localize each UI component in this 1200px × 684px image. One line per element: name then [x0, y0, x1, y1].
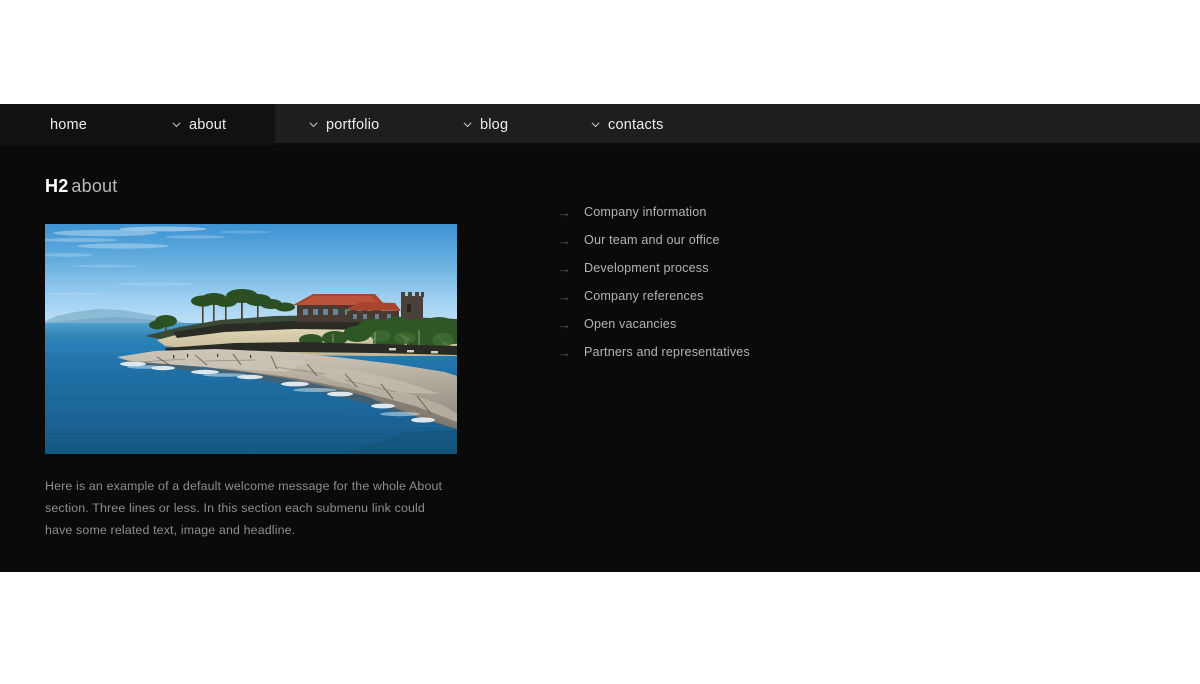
chevron-down-icon: [308, 119, 318, 129]
intro-paragraph: Here is an example of a default welcome …: [45, 479, 443, 537]
sublink-company-references[interactable]: Company references: [584, 289, 704, 303]
page-title-tag: H2: [45, 176, 69, 196]
nav-item-label: home: [50, 116, 88, 133]
list-item[interactable]: → Our team and our office: [558, 226, 750, 254]
arrow-right-icon: →: [558, 288, 571, 304]
bottom-gutter: [0, 572, 1200, 684]
chevron-down-icon: [171, 119, 181, 129]
arrow-right-icon: →: [558, 316, 571, 332]
list-item[interactable]: → Company information: [558, 198, 750, 226]
arrow-right-icon: →: [558, 232, 571, 248]
nav-items: home about portfolio blog contacts: [0, 104, 1200, 145]
main-navigation: home about portfolio blog contacts: [0, 104, 1200, 145]
nav-item-label: portfolio: [326, 116, 380, 133]
nav-item-blog[interactable]: blog: [462, 104, 508, 145]
content-area: H2 about Here is an example of a default…: [0, 145, 1200, 572]
page-title: H2 about: [45, 176, 117, 197]
sublink-our-team-and-our-office[interactable]: Our team and our office: [584, 233, 720, 247]
nav-item-label: blog: [480, 116, 509, 133]
nav-item-label: contacts: [608, 116, 664, 133]
arrow-right-icon: →: [558, 344, 571, 360]
about-photo: [45, 224, 457, 454]
page-title-text: about: [71, 176, 118, 196]
nav-item-about[interactable]: about: [171, 104, 226, 145]
nav-item-contacts[interactable]: contacts: [590, 104, 664, 145]
sublink-partners-and-representatives[interactable]: Partners and representatives: [584, 345, 750, 359]
list-item[interactable]: → Development process: [558, 254, 750, 282]
sublink-development-process[interactable]: Development process: [584, 261, 709, 275]
list-item[interactable]: → Open vacancies: [558, 310, 750, 338]
nav-item-portfolio[interactable]: portfolio: [308, 104, 379, 145]
chevron-down-icon: [462, 119, 472, 129]
sublink-list: → Company information → Our team and our…: [558, 198, 750, 366]
top-gutter: [0, 0, 1200, 104]
sublink-open-vacancies[interactable]: Open vacancies: [584, 317, 676, 331]
coastal-landscape-image: [45, 224, 457, 454]
list-item[interactable]: → Company references: [558, 282, 750, 310]
arrow-right-icon: →: [558, 260, 571, 276]
list-item[interactable]: → Partners and representatives: [558, 338, 750, 366]
nav-item-label: about: [189, 116, 227, 133]
page-root: home about portfolio blog contacts H2 ab…: [0, 0, 1200, 684]
chevron-down-icon: [590, 119, 600, 129]
intro-paragraph-block: Here is an example of a default welcome …: [45, 475, 445, 541]
arrow-right-icon: →: [558, 204, 571, 220]
sublink-company-information[interactable]: Company information: [584, 205, 707, 219]
nav-item-home[interactable]: home: [50, 104, 87, 145]
